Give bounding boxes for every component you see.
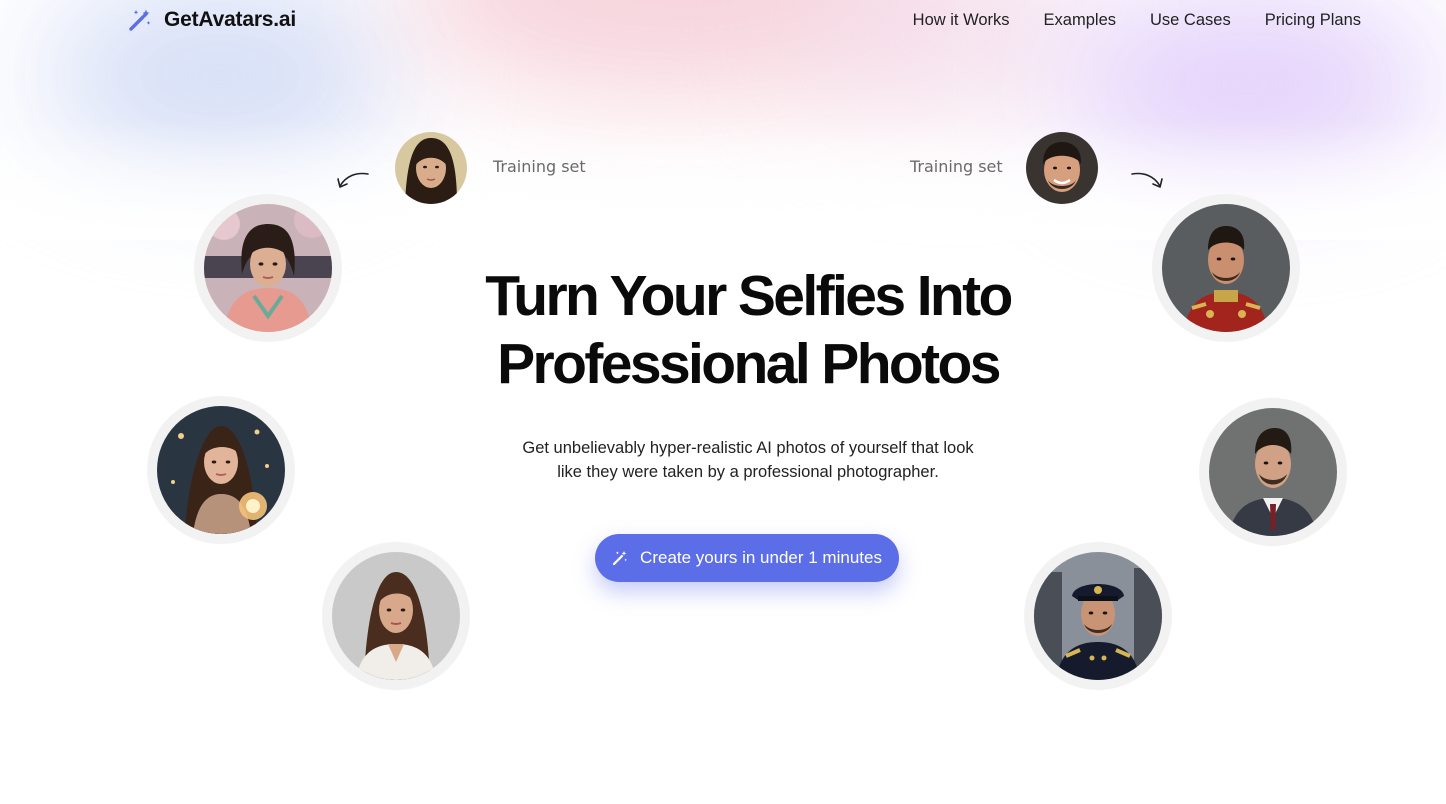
training-set-label-right: Training set [910,157,1003,176]
brand-logo-link[interactable]: GetAvatars.ai [128,8,296,32]
avatar-man-naval-officer [1024,542,1172,690]
main-nav: How it Works Examples Use Cases Pricing … [913,11,1361,30]
curved-arrow-right-icon [1131,172,1163,188]
create-avatar-button[interactable]: Create yours in under 1 minutes [595,534,899,582]
hero-subtitle: Get unbelievably hyper-realistic AI phot… [473,436,1023,484]
create-avatar-button-label: Create yours in under 1 minutes [640,548,882,567]
hero-subtitle-line-1: Get unbelievably hyper-realistic AI phot… [522,439,974,457]
site-header: GetAvatars.ai How it Works Examples Use … [0,0,1446,44]
hero-title-line-2: Professional Photos [497,332,1001,396]
nav-how-it-works[interactable]: How it Works [913,11,1010,30]
avatar-woman-fantasy [147,396,295,544]
avatar-woman-kimono [194,194,342,342]
avatar-woman-business [322,542,470,690]
nav-use-cases[interactable]: Use Cases [1150,11,1231,30]
curved-arrow-left-icon [337,172,369,188]
magic-wand-icon [612,551,627,566]
avatar-man-military [1152,194,1300,342]
hero-title: Turn Your Selfies Into Professional Phot… [373,262,1123,398]
magic-wand-icon [129,9,151,31]
training-set-label-left: Training set [493,157,586,176]
training-avatar-woman [395,132,467,204]
hero-subtitle-line-2: like they were taken by a professional p… [557,463,939,481]
hero-title-line-1: Turn Your Selfies Into [485,264,1013,328]
nav-examples[interactable]: Examples [1044,11,1116,30]
avatar-man-suit [1199,398,1347,546]
brand-name: GetAvatars.ai [164,8,297,31]
training-avatar-man [1026,132,1098,204]
nav-pricing-plans[interactable]: Pricing Plans [1265,11,1361,30]
